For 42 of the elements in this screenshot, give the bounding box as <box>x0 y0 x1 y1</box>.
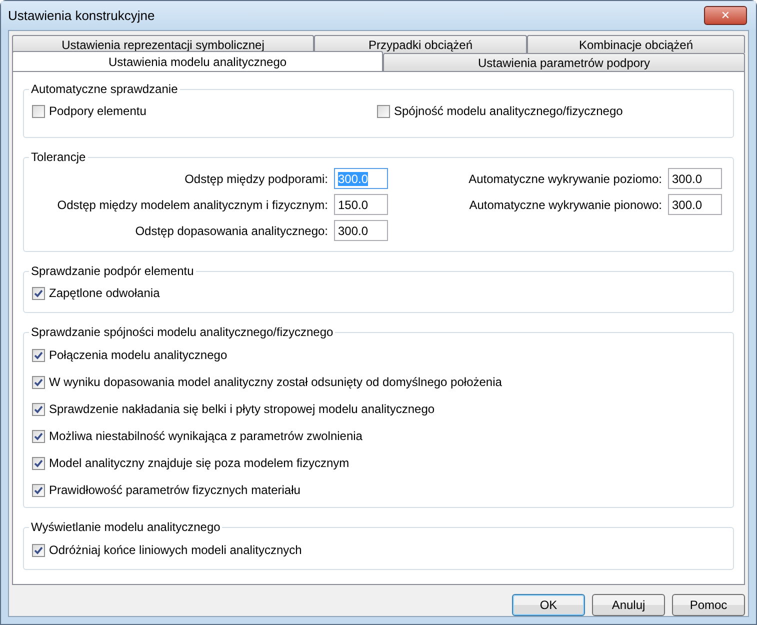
checkbox-label: Podpory elementu <box>49 104 146 118</box>
checkbox-label: W wyniku dopasowania model analityczny został odsunięty od domyślnego położenia <box>49 375 502 389</box>
tab[interactable]: Ustawienia parametrów podpory <box>383 53 745 71</box>
input-field[interactable]: 300.0 <box>668 194 722 215</box>
field-label: Odstęp dopasowania analitycznego: <box>135 224 328 238</box>
group-title: Automatyczne sprawdzanie <box>30 82 179 96</box>
checkbox-label: Model analityczny znajduje się poza modelem fizycznym <box>49 456 350 470</box>
group-title: Sprawdzanie podpór elementu <box>30 264 195 278</box>
tab[interactable]: Ustawienia modelu analitycznego <box>12 51 383 71</box>
checkbox-label: Sprawdzenie nakładania się belki i płyty stropowej modelu analitycznego <box>49 402 435 416</box>
field-label: Automatyczne wykrywanie poziomo: <box>468 172 662 186</box>
field-label: Automatyczne wykrywanie pionowo: <box>469 198 662 212</box>
input-field[interactable]: 150.0 <box>334 194 388 215</box>
checkbox-label: Prawidłowość parametrów fizycznych materiału <box>49 483 300 497</box>
checkbox[interactable] <box>32 484 45 496</box>
checkbox[interactable] <box>32 402 45 416</box>
tab[interactable]: Kombinacje obciążeń <box>527 35 745 53</box>
input-field[interactable]: 300.0 <box>668 168 722 189</box>
checkbox[interactable] <box>32 348 45 362</box>
checkbox[interactable] <box>32 430 45 442</box>
group-title: Tolerancje <box>30 150 87 164</box>
dialog-button[interactable]: Anuluj <box>592 594 665 616</box>
checkbox-label: Możliwa niestabilność wynikająca z parametrów zwolnienia <box>49 429 362 443</box>
dialog-button[interactable]: OK <box>512 594 585 616</box>
field-label: Odstęp między modelem analitycznym i fizycznym: <box>57 198 328 212</box>
dialog-button[interactable]: Pomoc <box>672 594 745 616</box>
group-title: Wyświetlanie modelu analitycznego <box>30 520 222 534</box>
checkbox[interactable] <box>32 286 45 300</box>
checkbox[interactable] <box>32 456 45 470</box>
checkbox[interactable] <box>32 104 45 118</box>
checkbox-label: Spójność modelu analitycznego/fizycznego <box>394 104 623 118</box>
field-label: Odstęp między podporami: <box>184 172 328 186</box>
checkbox-label: Odróżniaj końce liniowych modeli analitycznych <box>49 543 302 557</box>
checkbox[interactable] <box>377 104 390 118</box>
checkbox-label: Zapętlone odwołania <box>49 286 160 300</box>
group-title: Sprawdzanie spójności modelu analitycznego/fizycznego <box>30 325 334 339</box>
input-field[interactable]: 300.0 <box>334 220 388 241</box>
tab[interactable]: Przypadki obciążeń <box>314 35 527 53</box>
checkbox[interactable] <box>32 544 45 556</box>
window-title: Ustawienia konstrukcyjne <box>8 8 155 23</box>
checkbox-label: Połączenia modelu analitycznego <box>49 348 228 362</box>
checkbox[interactable] <box>32 376 45 388</box>
